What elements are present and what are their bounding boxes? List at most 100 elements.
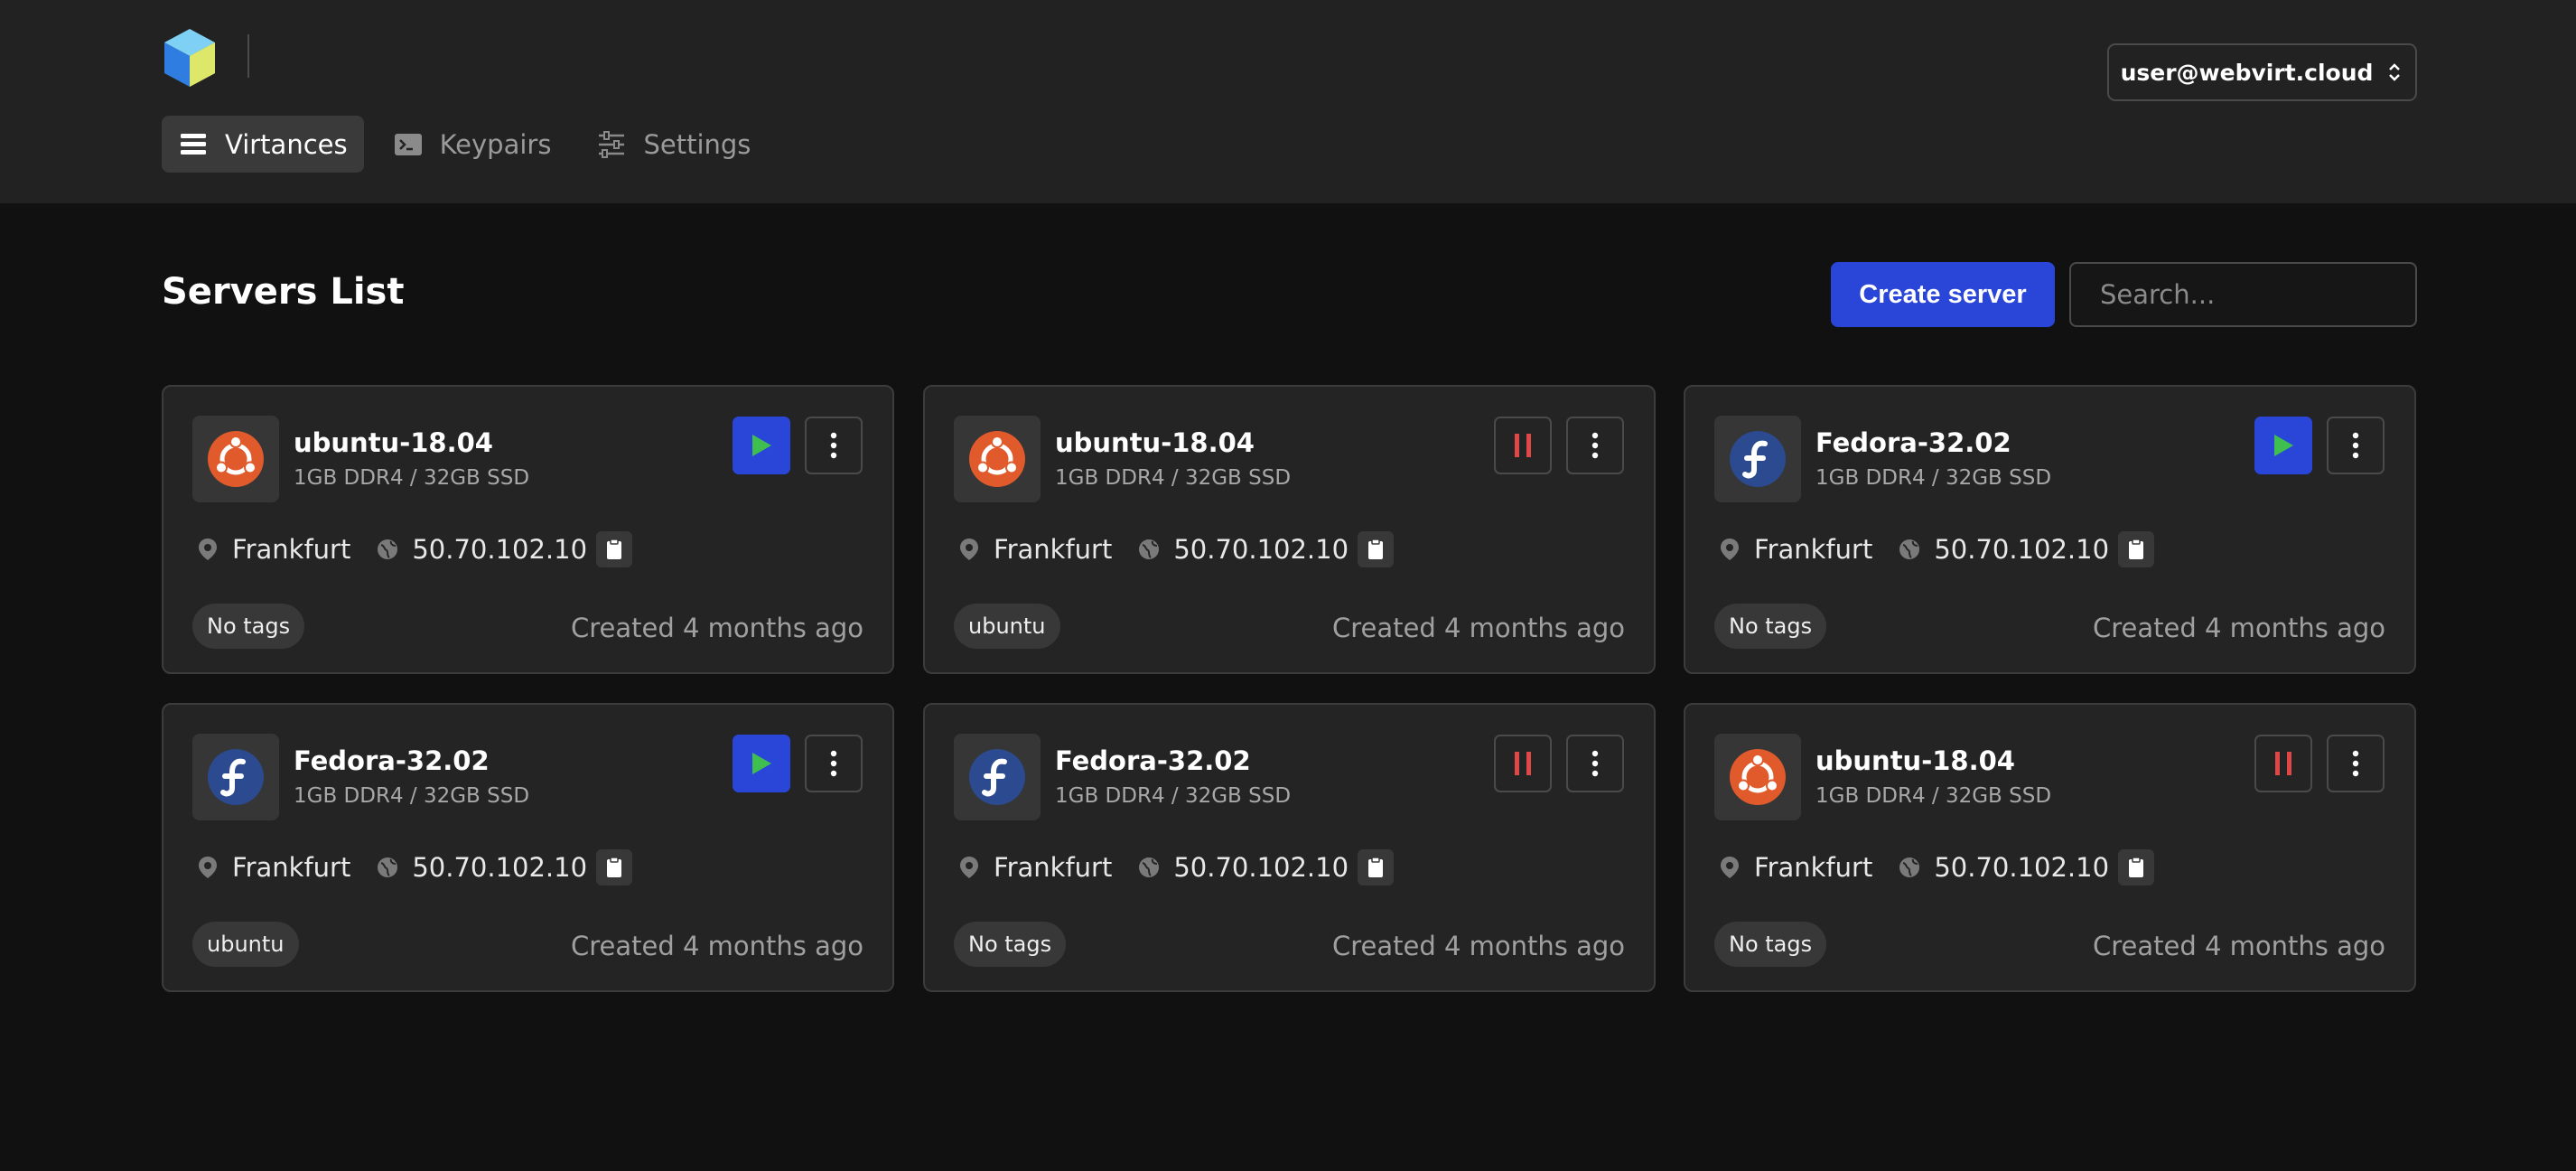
server-name[interactable]: ubuntu-18.04: [1055, 427, 1255, 458]
start-button[interactable]: [2254, 417, 2312, 474]
more-options-button[interactable]: [805, 417, 863, 474]
more-vertical-icon: [830, 432, 837, 459]
server-meta-row: Frankfurt 50.70.102.10: [957, 531, 1395, 567]
search-input[interactable]: [2069, 262, 2417, 327]
clipboard-icon: [607, 539, 622, 559]
more-vertical-icon: [1591, 432, 1599, 459]
more-options-button[interactable]: [805, 735, 863, 792]
start-button[interactable]: [733, 735, 790, 792]
created-time: Created 4 months ago: [570, 613, 863, 643]
user-email: user@webvirt.cloud: [2120, 59, 2374, 86]
copy-ip-button[interactable]: [1358, 531, 1395, 567]
tag-badge[interactable]: No tags: [1714, 604, 1827, 649]
fedora-logo-icon: [969, 749, 1025, 805]
globe-icon: [1139, 539, 1160, 559]
server-location: Frankfurt: [1754, 852, 1873, 883]
cube-logo-icon[interactable]: [163, 27, 217, 89]
location-pin-icon: [1721, 539, 1739, 560]
tag-badge[interactable]: No tags: [192, 604, 305, 649]
server-spec: 1GB DDR4 / 32GB SSD: [294, 466, 530, 490]
pause-button[interactable]: [2254, 735, 2312, 792]
server-name[interactable]: ubuntu-18.04: [294, 427, 493, 458]
server-card[interactable]: ubuntu-18.04 1GB DDR4 / 32GB SSD Frankfu…: [923, 385, 1656, 674]
more-options-button[interactable]: [1566, 417, 1624, 474]
main-nav: Virtances Keypairs Settings: [162, 116, 779, 173]
clipboard-icon: [607, 857, 622, 877]
location-pin-icon: [199, 857, 217, 878]
pause-button[interactable]: [1494, 735, 1552, 792]
nav-item-label: Settings: [643, 128, 751, 160]
server-meta-row: Frankfurt 50.70.102.10: [1718, 531, 2155, 567]
clipboard-icon: [1368, 857, 1384, 877]
created-time: Created 4 months ago: [1331, 931, 1625, 961]
server-card[interactable]: ubuntu-18.04 1GB DDR4 / 32GB SSD Frankfu…: [162, 385, 894, 674]
tag-badge[interactable]: ubuntu: [954, 604, 1060, 649]
more-options-button[interactable]: [2327, 735, 2385, 792]
copy-ip-button[interactable]: [2118, 531, 2155, 567]
server-location: Frankfurt: [232, 534, 351, 565]
server-location: Frankfurt: [232, 852, 351, 883]
server-name[interactable]: Fedora-32.02: [1815, 427, 2011, 458]
play-icon: [752, 435, 771, 456]
os-icon-box: [954, 416, 1041, 502]
nav-item-label: Virtances: [225, 128, 348, 160]
pause-button[interactable]: [1494, 417, 1552, 474]
globe-icon: [378, 857, 398, 877]
more-options-button[interactable]: [2327, 417, 2385, 474]
server-name[interactable]: Fedora-32.02: [1055, 745, 1251, 776]
page-title: Servers List: [162, 271, 405, 313]
tag-badge[interactable]: ubuntu: [192, 922, 299, 967]
tag-badge[interactable]: No tags: [954, 922, 1067, 967]
server-spec: 1GB DDR4 / 32GB SSD: [1815, 466, 2052, 490]
ubuntu-logo-icon: [208, 431, 264, 487]
play-icon: [752, 753, 771, 774]
globe-icon: [1899, 539, 1920, 559]
server-name[interactable]: ubuntu-18.04: [1815, 745, 2015, 776]
user-menu-button[interactable]: user@webvirt.cloud: [2107, 43, 2417, 101]
more-vertical-icon: [830, 750, 837, 777]
clipboard-icon: [2129, 539, 2144, 559]
ubuntu-logo-icon: [969, 431, 1025, 487]
server-name[interactable]: Fedora-32.02: [294, 745, 490, 776]
os-icon-box: [192, 734, 279, 820]
pause-icon: [1515, 434, 1531, 457]
server-ip: 50.70.102.10: [1173, 852, 1349, 883]
tag-badge[interactable]: No tags: [1714, 922, 1827, 967]
nav-item-virtances[interactable]: Virtances: [162, 116, 364, 173]
more-vertical-icon: [2352, 750, 2359, 777]
location-pin-icon: [960, 857, 978, 878]
sliders-icon: [599, 130, 625, 158]
create-server-button[interactable]: Create server: [1831, 262, 2055, 327]
more-options-button[interactable]: [1566, 735, 1624, 792]
server-ip: 50.70.102.10: [1173, 534, 1349, 565]
start-button[interactable]: [733, 417, 790, 474]
clipboard-icon: [2129, 857, 2144, 877]
top-header: Virtances Keypairs Settings user@webvirt…: [0, 0, 2576, 203]
server-card[interactable]: Fedora-32.02 1GB DDR4 / 32GB SSD Frankfu…: [1684, 385, 2416, 674]
server-ip: 50.70.102.10: [1934, 534, 2110, 565]
server-meta-row: Frankfurt 50.70.102.10: [957, 849, 1395, 885]
copy-ip-button[interactable]: [2118, 849, 2155, 885]
created-time: Created 4 months ago: [2092, 931, 2385, 961]
server-location: Frankfurt: [994, 852, 1113, 883]
list-icon: [181, 133, 206, 155]
fedora-logo-icon: [1730, 431, 1786, 487]
nav-item-settings[interactable]: Settings: [580, 116, 767, 173]
created-time: Created 4 months ago: [2092, 613, 2385, 643]
server-location: Frankfurt: [994, 534, 1113, 565]
copy-ip-button[interactable]: [596, 849, 633, 885]
copy-ip-button[interactable]: [1358, 849, 1395, 885]
nav-item-keypairs[interactable]: Keypairs: [377, 116, 568, 173]
os-icon-box: [1714, 734, 1801, 820]
server-ip: 50.70.102.10: [412, 534, 588, 565]
server-card[interactable]: ubuntu-18.04 1GB DDR4 / 32GB SSD Frankfu…: [1684, 703, 2416, 992]
server-spec: 1GB DDR4 / 32GB SSD: [1055, 466, 1292, 490]
server-card[interactable]: Fedora-32.02 1GB DDR4 / 32GB SSD Frankfu…: [162, 703, 894, 992]
server-meta-row: Frankfurt 50.70.102.10: [196, 849, 633, 885]
pause-icon: [2275, 752, 2291, 775]
copy-ip-button[interactable]: [596, 531, 633, 567]
os-icon-box: [954, 734, 1041, 820]
terminal-icon: [394, 133, 422, 155]
pause-icon: [1515, 752, 1531, 775]
server-card[interactable]: Fedora-32.02 1GB DDR4 / 32GB SSD Frankfu…: [923, 703, 1656, 992]
